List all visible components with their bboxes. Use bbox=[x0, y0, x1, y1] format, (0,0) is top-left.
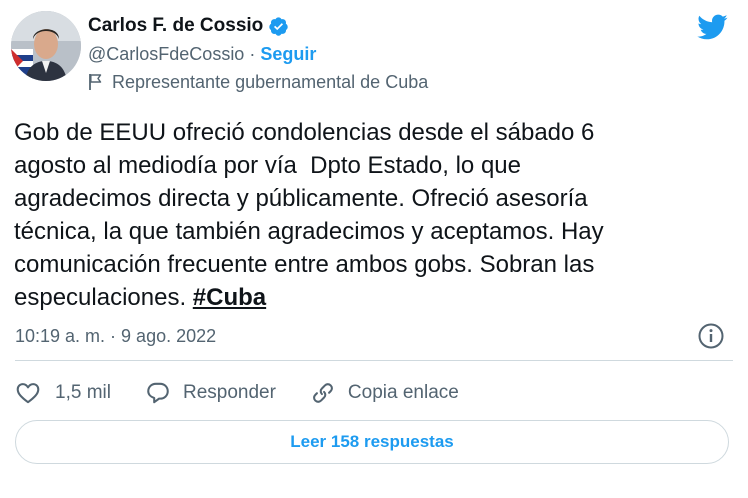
reply-bubble-icon bbox=[147, 382, 169, 404]
like-button[interactable]: 1,5 mil bbox=[15, 380, 111, 406]
author-handle-row: @CarlosFdeCossio · Seguir bbox=[88, 41, 316, 67]
tweet-embed-card: Carlos F. de Cossio @CarlosFdeCossio · S… bbox=[0, 0, 748, 498]
tweet-timestamp[interactable]: 10:19 a. m. · 9 ago. 2022 bbox=[15, 326, 216, 347]
divider bbox=[15, 360, 733, 361]
tweet-body: Gob de EEUU ofreció condolencias desde e… bbox=[14, 119, 604, 311]
copy-link-button[interactable]: Copia enlace bbox=[310, 380, 459, 406]
follow-link[interactable]: Seguir bbox=[260, 44, 316, 65]
government-label: Representante gubernamental de Cuba bbox=[88, 70, 428, 94]
tweet-text: Gob de EEUU ofreció condolencias desde e… bbox=[14, 116, 714, 314]
flag-icon bbox=[88, 73, 102, 91]
hashtag-link[interactable]: #Cuba bbox=[193, 284, 266, 311]
government-label-text: Representante gubernamental de Cuba bbox=[112, 71, 429, 92]
avatar[interactable] bbox=[11, 11, 81, 81]
link-icon bbox=[312, 383, 333, 403]
separator-dot: · bbox=[249, 43, 256, 64]
avatar-photo bbox=[11, 11, 81, 81]
like-count: 1,5 mil bbox=[55, 382, 111, 403]
info-icon[interactable] bbox=[697, 322, 725, 350]
copy-link-label: Copia enlace bbox=[347, 382, 459, 403]
author-handle[interactable]: @CarlosFdeCossio bbox=[88, 44, 244, 65]
author-name-row: Carlos F. de Cossio bbox=[88, 12, 289, 40]
verified-badge-icon bbox=[268, 16, 289, 37]
author-display-name[interactable]: Carlos F. de Cossio bbox=[88, 15, 263, 37]
read-replies-button[interactable]: Leer 158 respuestas bbox=[15, 420, 729, 464]
twitter-bird-icon[interactable] bbox=[694, 11, 730, 43]
heart-icon bbox=[16, 383, 40, 404]
reply-button[interactable]: Responder bbox=[145, 380, 276, 406]
tweet-actions: 1,5 mil Responder Copia enlace bbox=[15, 378, 493, 408]
tweet-timestamp-row: 10:19 a. m. · 9 ago. 2022 bbox=[15, 323, 216, 349]
reply-label: Responder bbox=[182, 382, 276, 403]
